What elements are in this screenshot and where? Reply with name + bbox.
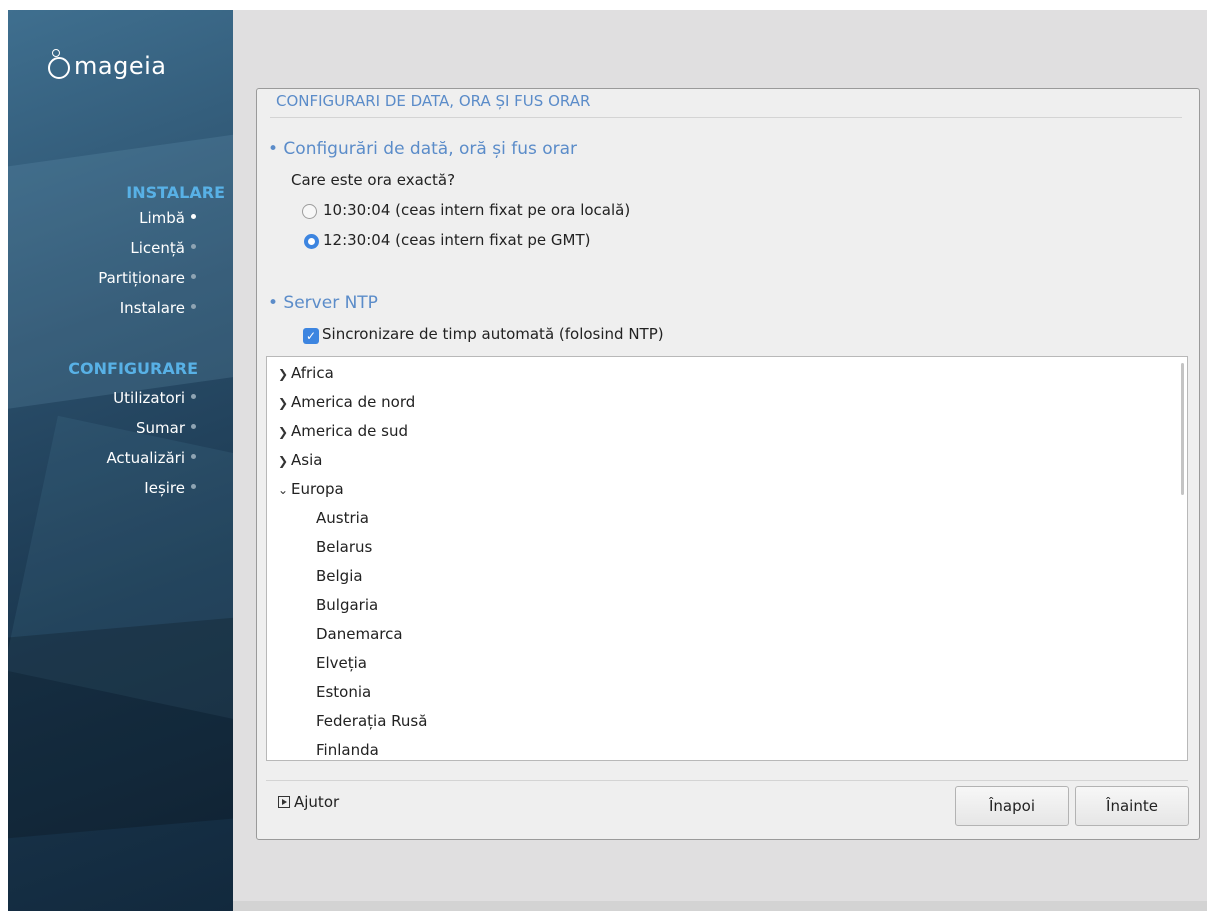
tree-item-africa[interactable]: ❯ Africa xyxy=(275,359,334,388)
tree-item-bulgaria[interactable]: Bulgaria xyxy=(316,591,378,620)
tree-item-austria[interactable]: Austria xyxy=(316,504,369,533)
step-dot-icon xyxy=(191,304,196,309)
step-dot-icon xyxy=(191,484,196,489)
tree-item-estonia[interactable]: Estonia xyxy=(316,678,371,707)
title-divider xyxy=(270,117,1182,118)
bottom-strip xyxy=(233,901,1207,911)
time-question: Care este ora exactă? xyxy=(291,171,456,189)
tree-item-europe[interactable]: ⌄ Europa xyxy=(275,475,344,504)
tree-item-belarus[interactable]: Belarus xyxy=(316,533,372,562)
top-strip xyxy=(0,0,1207,10)
tree-item-belgium[interactable]: Belgia xyxy=(316,562,363,591)
ntp-checkbox[interactable]: ✓ xyxy=(303,328,319,344)
tree-scrollbar[interactable] xyxy=(1181,363,1184,495)
timezone-tree[interactable]: ❯ Africa ❯ America de nord ❯ America de sud… xyxy=(266,356,1188,761)
next-button[interactable]: Înainte xyxy=(1075,786,1189,826)
step-dot-icon xyxy=(191,424,196,429)
sidebar-step-users: Utilizatori xyxy=(113,389,196,407)
section-heading-datetime: • Configurări de dată, oră și fus orar xyxy=(268,139,578,159)
dialog-title: CONFIGURARI DE DATA, ORA ȘI FUS ORAR xyxy=(276,92,591,110)
chevron-right-icon[interactable]: ❯ xyxy=(275,447,291,476)
sidebar-section-install: INSTALARE xyxy=(126,183,225,202)
tree-item-finland[interactable]: Finlanda xyxy=(316,736,379,760)
radio-gmt-label[interactable]: 12:30:04 (ceas intern fixat pe GMT) xyxy=(323,231,590,249)
logo-text: mageia xyxy=(74,52,167,80)
radio-local-time-label[interactable]: 10:30:04 (ceas intern fixat pe ora local… xyxy=(323,201,630,219)
step-dot-icon xyxy=(191,394,196,399)
sidebar-step-installing: Instalare xyxy=(120,299,196,317)
sidebar-step-partitioning: Partiționare xyxy=(98,269,196,287)
chevron-right-icon[interactable]: ❯ xyxy=(275,418,291,447)
sidebar-step-summary: Sumar xyxy=(136,419,196,437)
chevron-down-icon[interactable]: ⌄ xyxy=(275,476,291,505)
sidebar-step-language: Limbă xyxy=(139,209,196,227)
sidebar-decor xyxy=(8,617,233,843)
section-heading-ntp: • Server NTP xyxy=(268,293,378,313)
expand-triangle-icon[interactable] xyxy=(278,796,290,808)
tree-item-north-america[interactable]: ❯ America de nord xyxy=(275,388,415,417)
step-dot-icon xyxy=(191,244,196,249)
tree-item-denmark[interactable]: Danemarca xyxy=(316,620,403,649)
bottom-divider xyxy=(266,780,1188,781)
tree-item-south-america[interactable]: ❯ America de sud xyxy=(275,417,408,446)
tree-item-switzerland[interactable]: Elveția xyxy=(316,649,367,678)
help-toggle[interactable]: Ajutor xyxy=(278,793,339,811)
help-label[interactable]: Ajutor xyxy=(294,793,339,811)
tree-item-asia[interactable]: ❯ Asia xyxy=(275,446,322,475)
mageia-logo-icon xyxy=(48,49,70,79)
step-dot-icon xyxy=(191,214,196,219)
radio-local-time[interactable] xyxy=(302,204,317,219)
mageia-logo: mageia xyxy=(48,49,167,80)
tree-item-russia[interactable]: Federația Rusă xyxy=(316,707,427,736)
chevron-right-icon[interactable]: ❯ xyxy=(275,389,291,418)
step-dot-icon xyxy=(191,274,196,279)
ntp-checkbox-label[interactable]: Sincronizare de timp automată (folosind … xyxy=(322,325,664,343)
chevron-right-icon[interactable]: ❯ xyxy=(275,360,291,389)
back-button[interactable]: Înapoi xyxy=(955,786,1069,826)
sidebar-step-license: Licență xyxy=(130,239,196,257)
sidebar-section-configure: CONFIGURARE xyxy=(68,359,198,378)
sidebar-step-exit: Ieșire xyxy=(144,479,196,497)
step-dot-icon xyxy=(191,454,196,459)
sidebar-step-updates: Actualizări xyxy=(106,449,196,467)
radio-gmt[interactable] xyxy=(304,234,319,249)
